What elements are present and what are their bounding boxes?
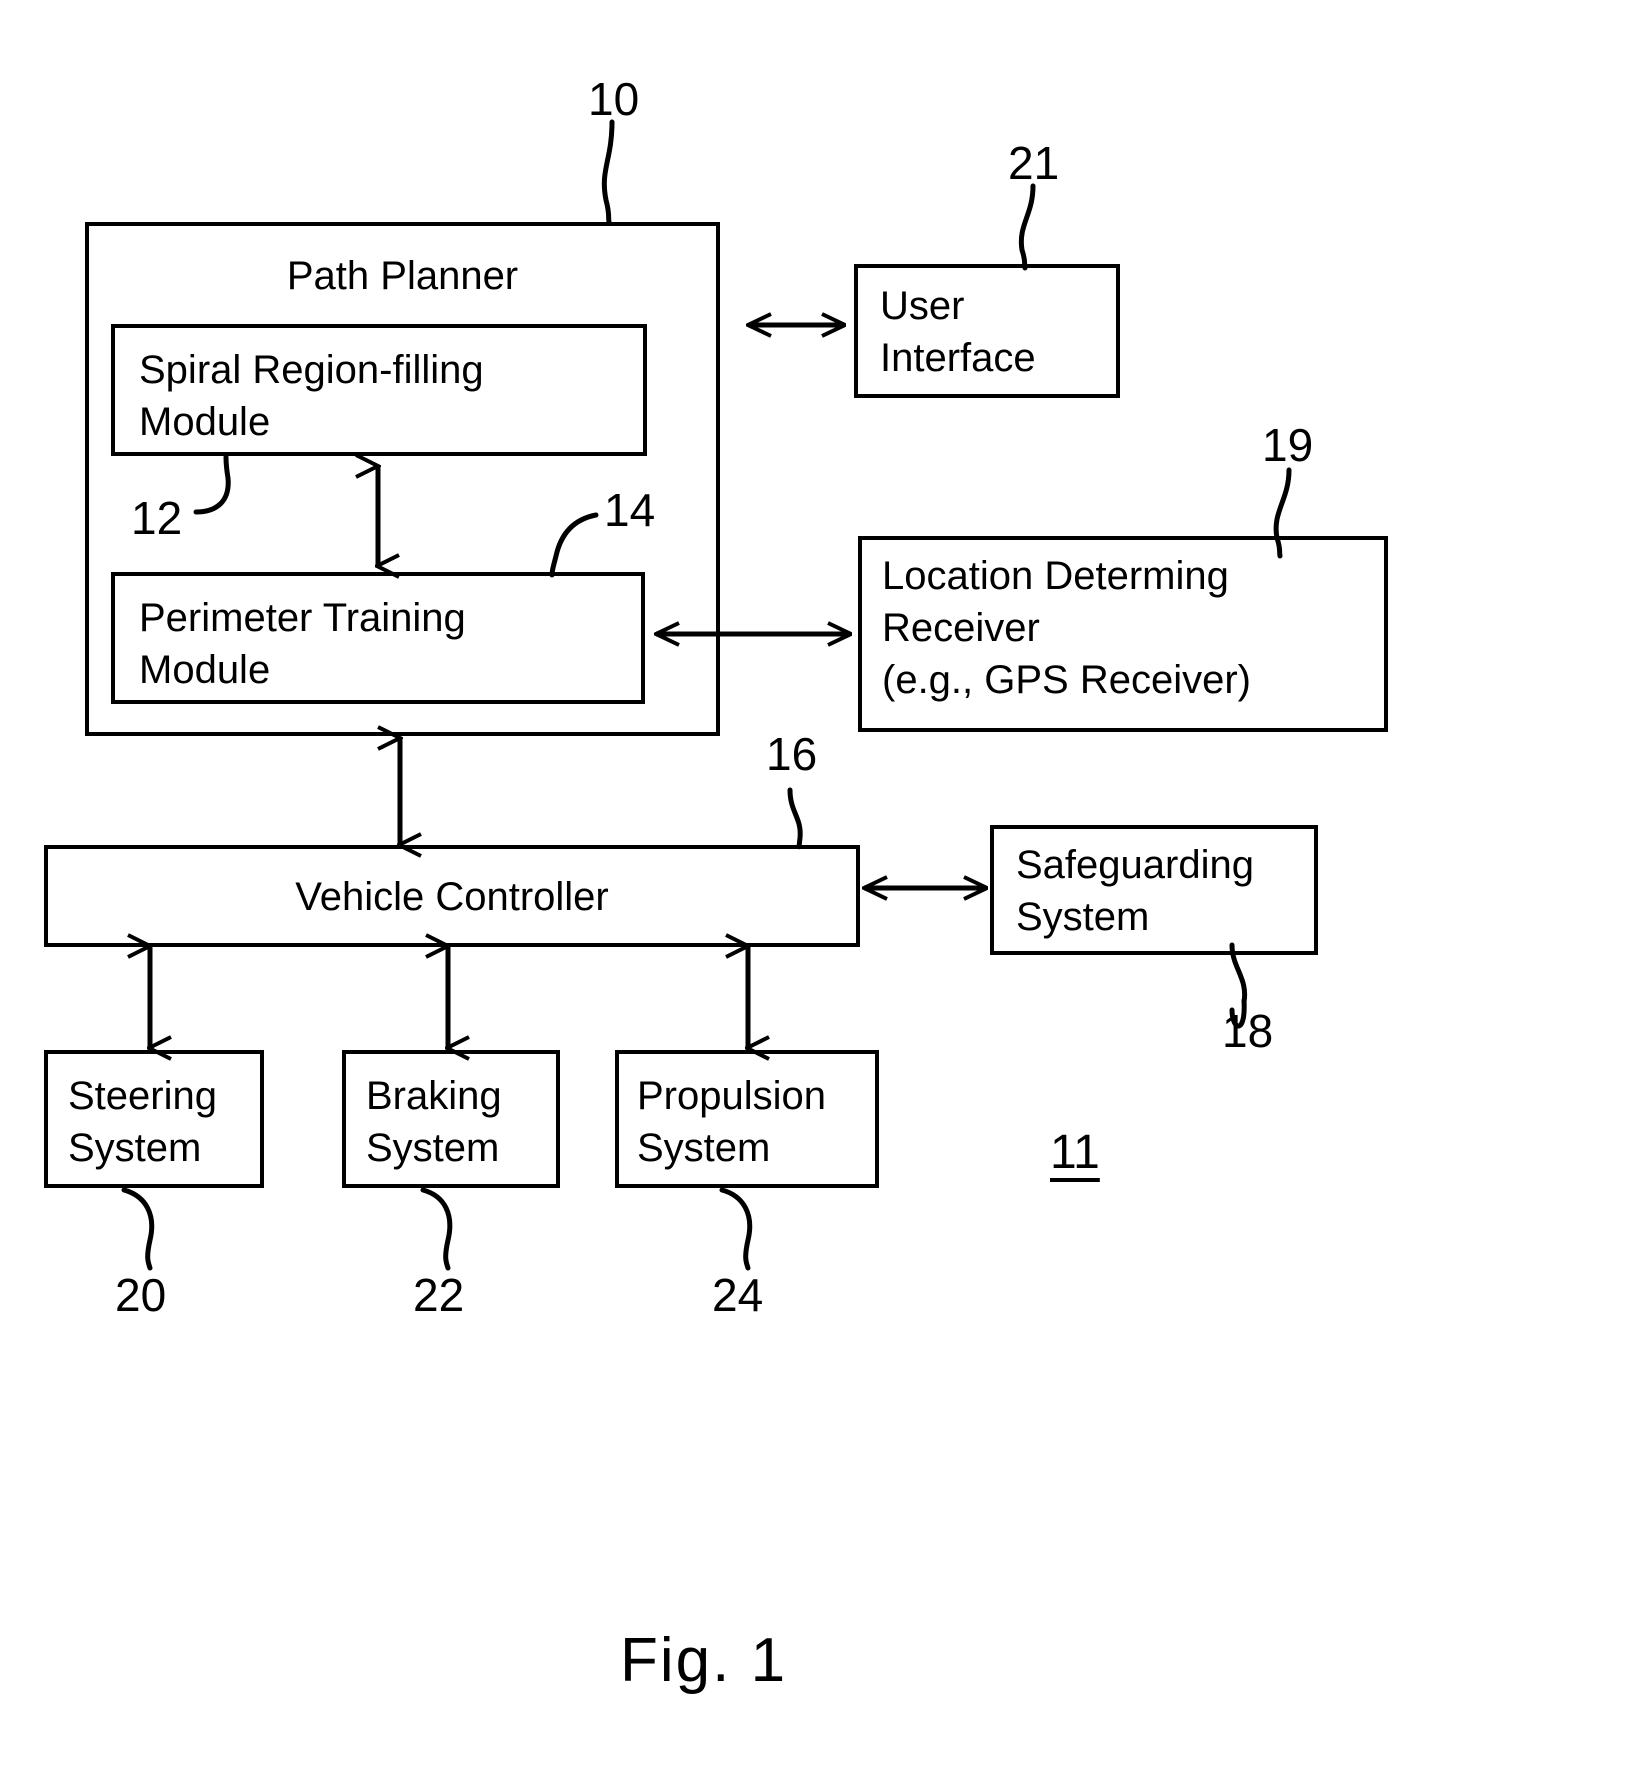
patent-figure-1: Path Planner Spiral Region-filling Modul… [0,0,1640,1792]
ref-number-21: 21 [1008,137,1060,189]
ref-number-14: 14 [604,484,656,536]
ref-number-10: 10 [588,73,640,125]
propulsion-system-label: Propulsion System [637,1074,827,1170]
ref-number-12: 12 [131,492,183,544]
ref-number-18: 18 [1222,1005,1274,1057]
leader-line-20 [121,1187,155,1271]
ref-number-24: 24 [712,1269,764,1321]
leader-line-22 [420,1187,453,1271]
propulsion-system-box: Propulsion System [615,1050,879,1188]
ref-number-16: 16 [766,728,818,780]
ref-number-11: 11 [1050,1126,1100,1179]
spiral-region-filling-module-label: Spiral Region-filling Module [139,348,484,444]
ref-number-22: 22 [413,1269,465,1321]
steering-system-box: Steering System [44,1050,264,1188]
braking-system-box: Braking System [342,1050,560,1188]
figure-title: Fig. 1 [620,1626,788,1695]
user-interface-box: User Interface [854,264,1120,398]
safeguarding-system-label: Safeguarding System [1016,843,1254,939]
location-determining-receiver-box: Location Determing Receiver (e.g., GPS R… [858,536,1388,732]
spiral-region-filling-module-box: Spiral Region-filling Module [111,324,647,456]
perimeter-training-module-box: Perimeter Training Module [111,572,645,704]
perimeter-training-module-label: Perimeter Training Module [139,596,466,692]
vehicle-controller-box: Vehicle Controller [44,845,860,947]
location-determining-receiver-label: Location Determing Receiver (e.g., GPS R… [882,554,1252,702]
ref-number-19: 19 [1262,419,1314,471]
leader-line-21 [1018,183,1036,271]
path-planner-label: Path Planner [286,254,519,298]
ref-number-20: 20 [115,1269,167,1321]
braking-system-label: Braking System [366,1074,502,1170]
steering-system-label: Steering System [68,1074,217,1170]
leader-line-10 [601,119,615,225]
vehicle-controller-label: Vehicle Controller [295,875,609,919]
leader-line-16 [787,787,803,850]
leader-line-24 [719,1187,753,1271]
user-interface-label: User Interface [880,284,1036,380]
safeguarding-system-box: Safeguarding System [990,825,1318,955]
